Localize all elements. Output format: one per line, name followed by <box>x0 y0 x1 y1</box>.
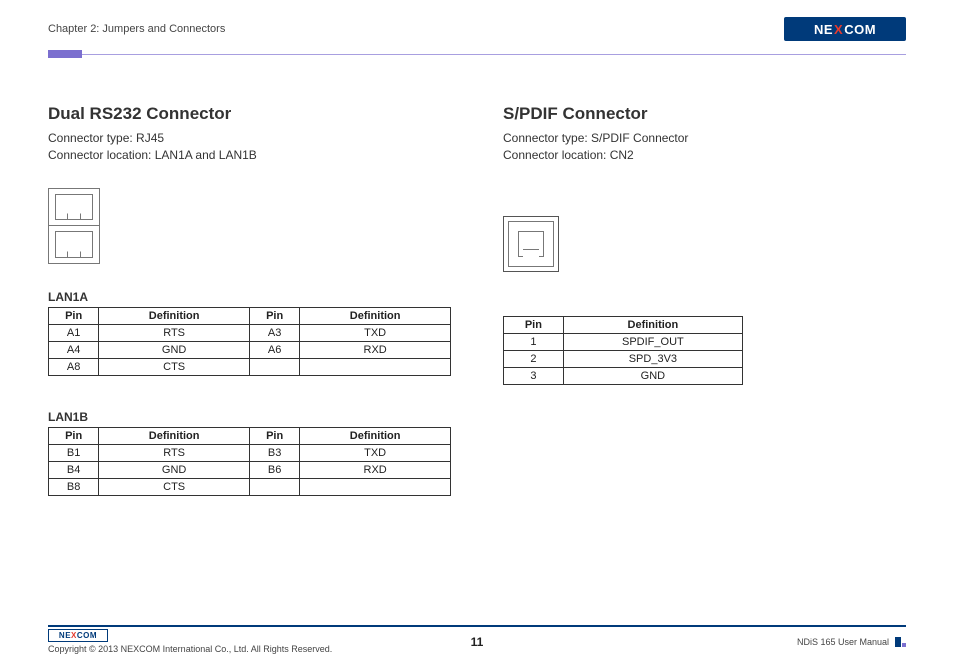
cell <box>250 358 300 375</box>
th-pin: Pin <box>504 316 564 333</box>
section-title-rs232: Dual RS232 Connector <box>48 104 451 124</box>
footer-pixel-icon <box>895 637 906 647</box>
cell: 2 <box>504 350 564 367</box>
logo-text-x: X <box>833 22 844 37</box>
th-def: Definition <box>300 427 451 444</box>
cell: A6 <box>250 341 300 358</box>
cell: A8 <box>49 358 99 375</box>
cell: B1 <box>49 444 99 461</box>
rj45-diagram <box>48 188 100 264</box>
logo-text-pre: NE <box>814 22 833 37</box>
th-pin: Pin <box>250 427 300 444</box>
th-def: Definition <box>300 307 451 324</box>
connector-type-spdif: Connector type: S/PDIF Connector <box>503 130 906 147</box>
cell: A3 <box>250 324 300 341</box>
th-def: Definition <box>563 316 742 333</box>
connector-location-rs232: Connector location: LAN1A and LAN1B <box>48 147 451 164</box>
page-number: 11 <box>471 635 484 649</box>
cell: RXD <box>300 341 451 358</box>
cell: SPD_3V3 <box>563 350 742 367</box>
pin-table-spdif: Pin Definition 1 SPDIF_OUT 2 SPD_3V3 3 G… <box>503 316 743 385</box>
divider-bar <box>48 50 906 58</box>
th-pin: Pin <box>49 427 99 444</box>
th-def: Definition <box>99 307 250 324</box>
cell: A1 <box>49 324 99 341</box>
page-footer: NEXCOM Copyright © 2013 NEXCOM Internati… <box>48 625 906 654</box>
cell: GND <box>99 341 250 358</box>
cell: A4 <box>49 341 99 358</box>
cell: B4 <box>49 461 99 478</box>
connector-location-spdif: Connector location: CN2 <box>503 147 906 164</box>
cell: GND <box>99 461 250 478</box>
logo-text-post: COM <box>844 22 876 37</box>
th-pin: Pin <box>250 307 300 324</box>
pin-table-lan1a: Pin Definition Pin Definition A1 RTS A3 … <box>48 307 451 376</box>
pin-table-lan1b: Pin Definition Pin Definition B1 RTS B3 … <box>48 427 451 496</box>
cell <box>250 478 300 495</box>
cell: CTS <box>99 478 250 495</box>
cell: B8 <box>49 478 99 495</box>
cell: RTS <box>99 444 250 461</box>
cell: RXD <box>300 461 451 478</box>
cell <box>300 358 451 375</box>
table-title-lan1b: LAN1B <box>48 410 451 424</box>
manual-name: NDiS 165 User Manual <box>797 637 889 647</box>
table-title-lan1a: LAN1A <box>48 290 451 304</box>
cell: SPDIF_OUT <box>563 333 742 350</box>
spdif-diagram <box>503 216 559 272</box>
cell: TXD <box>300 324 451 341</box>
cell: B6 <box>250 461 300 478</box>
connector-type-rs232: Connector type: RJ45 <box>48 130 451 147</box>
cell: RTS <box>99 324 250 341</box>
cell: TXD <box>300 444 451 461</box>
footer-logo: NEXCOM <box>48 629 108 642</box>
section-title-spdif: S/PDIF Connector <box>503 104 906 124</box>
th-pin: Pin <box>49 307 99 324</box>
cell: CTS <box>99 358 250 375</box>
cell <box>300 478 451 495</box>
cell: GND <box>563 367 742 384</box>
th-def: Definition <box>99 427 250 444</box>
cell: B3 <box>250 444 300 461</box>
cell: 1 <box>504 333 564 350</box>
brand-logo: NEXCOM <box>784 17 906 41</box>
chapter-label: Chapter 2: Jumpers and Connectors <box>48 23 225 35</box>
cell: 3 <box>504 367 564 384</box>
copyright-text: Copyright © 2013 NEXCOM International Co… <box>48 644 332 654</box>
